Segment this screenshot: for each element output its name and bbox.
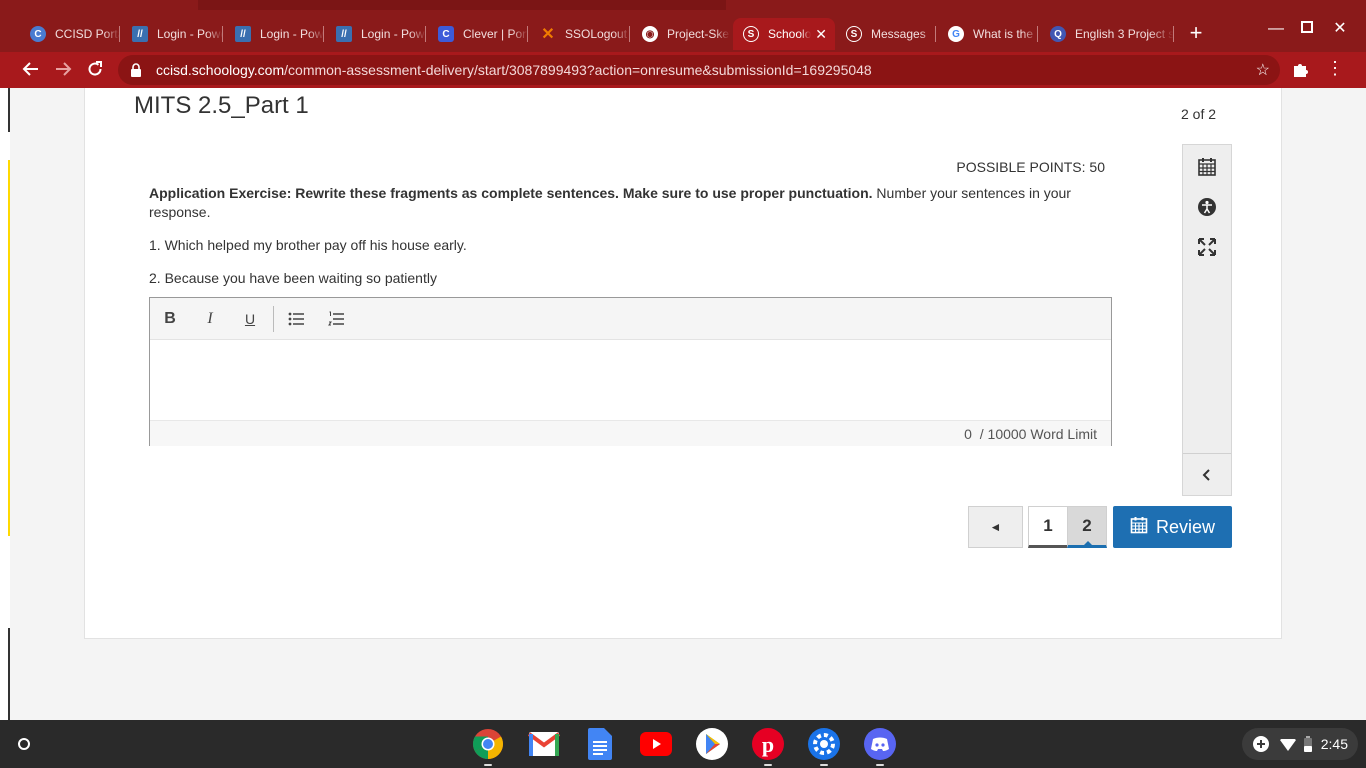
calculator-icon[interactable] xyxy=(1197,157,1217,177)
add-circle-icon xyxy=(1252,735,1270,756)
battery-icon xyxy=(1304,736,1312,755)
word-limit-counter: 0 / 10000 Word Limit xyxy=(150,420,1111,446)
tab-clever-portal[interactable]: C Clever | Portal xyxy=(428,18,528,50)
fragment-2: 2. Because you have been waiting so pati… xyxy=(149,270,437,286)
ccisd-icon: C xyxy=(30,26,46,42)
question-prompt: Application Exercise: Rewrite these frag… xyxy=(149,185,1071,220)
powerschool-icon: // xyxy=(235,26,251,42)
italic-button[interactable]: I xyxy=(198,307,222,331)
tab-strip-accent xyxy=(198,0,726,10)
os-shelf: p 2:45 xyxy=(0,720,1366,768)
google-icon: G xyxy=(948,26,964,42)
tab-login-powerschool-1[interactable]: // Login - PowerSchool xyxy=(122,18,223,50)
discord-icon[interactable] xyxy=(864,728,896,766)
launcher-icon[interactable] xyxy=(10,730,38,758)
tab-login-powerschool-2[interactable]: // Login - PowerSchool xyxy=(225,18,324,50)
globe-icon: ◉ xyxy=(642,26,658,42)
sso-icon: ✕ xyxy=(541,26,555,43)
new-tab-button[interactable]: + xyxy=(1184,22,1208,46)
reload-icon[interactable] xyxy=(84,60,106,82)
bookmark-star-icon[interactable]: ☆ xyxy=(1256,60,1270,80)
previous-page-button[interactable]: ◄ xyxy=(968,506,1023,548)
browser-menu-icon[interactable]: ⋮ xyxy=(1326,58,1344,78)
schoology-icon: S xyxy=(743,26,759,42)
clever-icon: C xyxy=(438,26,454,42)
tab-login-powerschool-3[interactable]: // Login - PowerSchool xyxy=(326,18,426,50)
tab-what-is-the[interactable]: G What is the xyxy=(938,18,1038,50)
tab-english-3-project[interactable]: Q English 3 Project sa xyxy=(1040,18,1174,50)
settings-icon[interactable] xyxy=(808,728,840,766)
left-edge-strip xyxy=(0,88,10,720)
schoology-icon: S xyxy=(846,26,862,42)
tab-project-sketch[interactable]: ◉ Project-Sketch xyxy=(632,18,730,50)
page-1-button[interactable]: 1 xyxy=(1028,506,1068,548)
toolbar-divider xyxy=(273,306,274,332)
window-close-icon[interactable]: ✕ xyxy=(1328,18,1352,38)
numbered-list-icon[interactable] xyxy=(324,307,348,331)
browser-toolbar: ccisd.schoology.com/common-assessment-de… xyxy=(0,52,1366,88)
tab-ccisd-portal[interactable]: C CCISD Portal xyxy=(20,18,120,50)
collapse-chevron-icon[interactable] xyxy=(1197,465,1217,485)
review-button[interactable]: Review xyxy=(1113,506,1232,548)
response-text-area[interactable] xyxy=(150,340,1111,420)
underline-button[interactable]: U xyxy=(238,307,262,331)
tab-messages[interactable]: S Messages xyxy=(836,18,936,50)
close-tab-icon[interactable]: ✕ xyxy=(815,26,827,43)
address-bar[interactable]: ccisd.schoology.com/common-assessment-de… xyxy=(118,55,1280,85)
page-title: MITS 2.5_Part 1 xyxy=(134,92,309,119)
extensions-puzzle-icon[interactable] xyxy=(1292,60,1310,78)
gmail-icon[interactable] xyxy=(528,728,560,760)
clock-time: 2:45 xyxy=(1320,736,1348,752)
assessment-tools-panel xyxy=(1182,144,1232,496)
possible-points: POSSIBLE POINTS: 50 xyxy=(956,159,1105,175)
chrome-icon[interactable] xyxy=(472,728,504,766)
fragment-1: 1. Which helped my brother pay off his h… xyxy=(149,237,467,253)
youtube-icon[interactable] xyxy=(640,728,672,760)
minimize-icon[interactable]: — xyxy=(1264,20,1288,38)
browser-tab-strip: C CCISD Portal // Login - PowerSchool //… xyxy=(0,0,1366,52)
back-icon[interactable] xyxy=(20,60,42,82)
svg-text:p: p xyxy=(762,732,774,757)
forward-icon[interactable] xyxy=(52,60,74,82)
lock-icon[interactable] xyxy=(130,63,142,77)
fullscreen-icon[interactable] xyxy=(1197,237,1217,257)
pinterest-icon[interactable]: p xyxy=(752,728,784,766)
quizlet-icon: Q xyxy=(1050,26,1066,42)
editor-toolbar: B I U xyxy=(150,298,1111,340)
powerschool-icon: // xyxy=(336,26,352,42)
docs-icon[interactable] xyxy=(584,728,616,760)
maximize-icon[interactable] xyxy=(1295,20,1319,38)
play-store-icon[interactable] xyxy=(696,728,728,760)
tab-schoology[interactable]: S Schoology ✕ xyxy=(733,18,835,50)
response-editor: B I U 0 / 10000 Word Limit xyxy=(149,297,1112,446)
tools-divider xyxy=(1183,453,1231,454)
url-text: ccisd.schoology.com/common-assessment-de… xyxy=(156,62,872,78)
accessibility-icon[interactable] xyxy=(1197,197,1217,217)
question-page-count: 2 of 2 xyxy=(1181,106,1217,122)
page-2-button[interactable]: 2 xyxy=(1067,506,1107,548)
calendar-icon xyxy=(1130,516,1148,539)
wifi-icon xyxy=(1280,736,1296,754)
bold-button[interactable]: B xyxy=(158,307,182,331)
status-tray[interactable]: 2:45 xyxy=(1242,728,1358,760)
powerschool-icon: // xyxy=(132,26,148,42)
tab-ssologout[interactable]: ✕ SSOLogout xyxy=(530,18,630,50)
bulleted-list-icon[interactable] xyxy=(284,307,308,331)
